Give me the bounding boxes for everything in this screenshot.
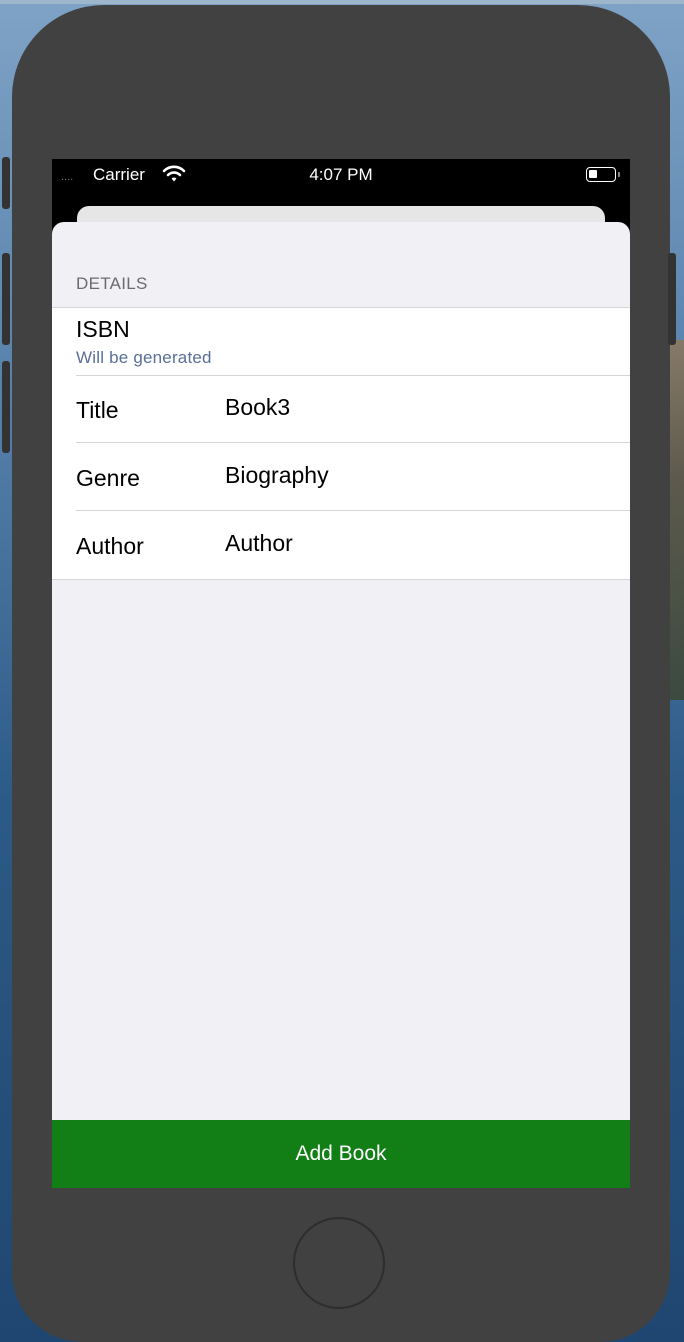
genre-row[interactable]: Genre Biography: [76, 443, 630, 511]
title-row[interactable]: Title: [76, 375, 630, 443]
author-picker-value[interactable]: Author: [225, 530, 605, 557]
volume-up-button: [2, 253, 10, 345]
phone-screen: .... Carrier 4:07 PM DETAILS ISBN Will b…: [52, 159, 630, 1188]
isbn-label: ISBN: [76, 316, 130, 342]
battery-tip: [618, 172, 620, 177]
desktop-strip: [0, 0, 684, 4]
details-form-group: ISBN Will be generated Title Genre Biogr…: [52, 307, 630, 580]
genre-label: Genre: [76, 465, 140, 491]
battery-level: [589, 170, 597, 178]
add-book-sheet: DETAILS ISBN Will be generated Title Gen…: [52, 222, 630, 1188]
author-label: Author: [76, 533, 144, 559]
power-button: [668, 253, 676, 345]
section-header-details: DETAILS: [76, 274, 148, 293]
isbn-row: ISBN Will be generated: [76, 308, 630, 376]
mute-switch: [2, 157, 10, 209]
battery-icon: [586, 167, 616, 182]
genre-picker-value[interactable]: Biography: [225, 462, 605, 489]
status-time: 4:07 PM: [309, 165, 373, 184]
author-row[interactable]: Author Author: [76, 511, 630, 578]
title-label: Title: [76, 397, 119, 423]
title-field[interactable]: [225, 394, 605, 421]
status-bar: .... Carrier 4:07 PM: [52, 159, 630, 191]
add-book-button[interactable]: Add Book: [52, 1120, 630, 1188]
isbn-detail: Will be generated: [76, 348, 212, 367]
home-button[interactable]: [293, 1217, 385, 1309]
volume-down-button: [2, 361, 10, 453]
